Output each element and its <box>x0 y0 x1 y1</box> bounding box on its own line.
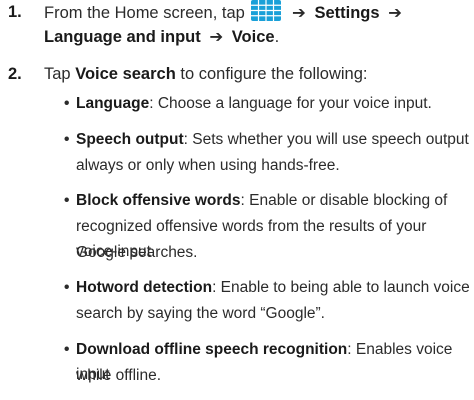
step-2: 2. Tap Voice search to configure the fol… <box>8 62 468 87</box>
item-term: Speech output <box>76 131 184 148</box>
item-term: Language <box>76 95 150 112</box>
bullet-icon: • <box>64 192 70 209</box>
apps-grid-icon <box>251 0 282 21</box>
voice-label: Voice <box>231 28 275 46</box>
arrow-icon: ➔ <box>292 4 306 22</box>
step-text: to configure the following: <box>175 65 368 83</box>
item-desc: : Enable or disable blocking of <box>240 192 448 209</box>
step-1: 1. From the Home screen, tap ➔ Settings <box>8 0 468 50</box>
item-desc-line-2: while offline. <box>76 367 162 384</box>
item-desc: : Enable to being able to launch voice <box>212 279 470 296</box>
step-1-line-2: Language and input ➔ Voice. <box>44 28 280 46</box>
item-term: Block offensive words <box>76 192 241 209</box>
item-desc: : Choose a language for your voice input… <box>149 95 432 112</box>
step-number: 2. <box>8 65 22 83</box>
step-text: From the Home screen, tap <box>44 4 245 22</box>
arrow-icon: ➔ <box>209 28 224 46</box>
item-desc-line-3: Google searches. <box>76 244 198 261</box>
arrow-icon: ➔ <box>388 4 402 22</box>
language-input-label: Language and input <box>44 28 201 46</box>
instructions-page: 1. From the Home screen, tap ➔ Settings <box>0 0 474 394</box>
bullet-icon: • <box>64 95 70 112</box>
item-desc-line-2: search by saying the word “Google”. <box>76 305 325 322</box>
step-1-line-1: From the Home screen, tap ➔ Settings ➔ <box>44 0 406 25</box>
step-2-text: Tap Voice search to configure the follow… <box>44 62 367 86</box>
step-number: 1. <box>8 3 22 21</box>
voice-search-label: Voice search <box>75 65 176 83</box>
bullet-icon: • <box>64 279 70 296</box>
bullet-icon: • <box>64 131 70 148</box>
settings-label: Settings <box>314 4 380 22</box>
item-desc-line-2: always or only when using hands-free. <box>76 157 340 174</box>
item-term: Download offline speech recognition <box>76 341 348 358</box>
item-desc: : Sets whether you will use speech outpu… <box>183 131 469 148</box>
step-text: Tap <box>44 65 76 83</box>
item-term: Hotword detection <box>76 279 213 296</box>
bullet-icon: • <box>64 341 70 358</box>
